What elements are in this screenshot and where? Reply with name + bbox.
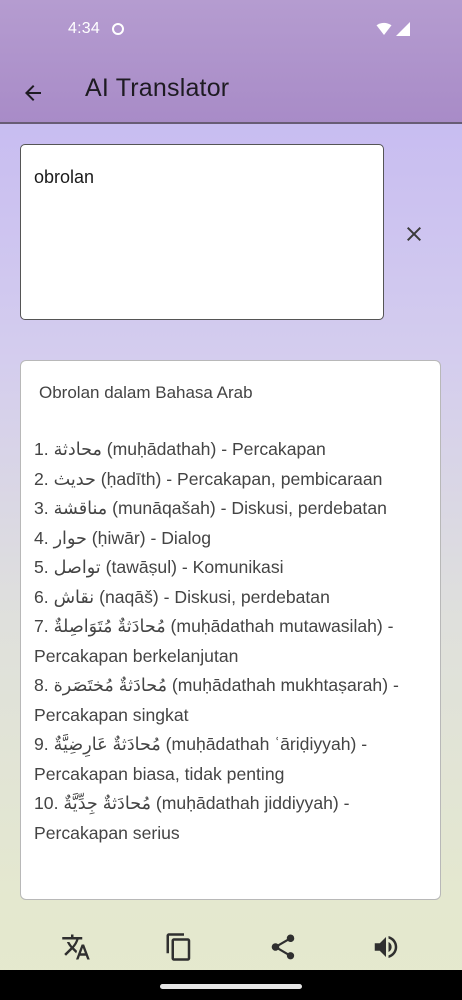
result-title: Obrolan dalam Bahasa Arab [39, 383, 253, 402]
top-app-bar: 4:34 AI Translator [0, 0, 462, 124]
copy-button[interactable] [164, 932, 194, 962]
speak-button[interactable] [371, 932, 401, 962]
home-gesture-handle[interactable] [160, 984, 302, 989]
translate-button[interactable] [61, 932, 91, 962]
translate-input-field[interactable]: obrolan [20, 144, 384, 320]
signal-icon [396, 22, 410, 36]
page-title: AI Translator [85, 74, 230, 102]
arrow-back-icon [25, 85, 41, 101]
list-item: 7. مُحادَثةٌ مُتَوَاصِلةٌ (muḥādathah mu… [34, 616, 394, 666]
translate-icon [62, 934, 90, 960]
notification-status-icon [112, 23, 124, 35]
appbar-divider [0, 122, 462, 124]
app-root: 4:34 AI Translator obrolan Obrolan dalam… [0, 0, 462, 1000]
list-item: 10. مُحادَثةٌ جِدِّيَّةٌ (muḥādathah jid… [34, 793, 350, 843]
list-item: 1. محادثة (muḥādathah) - Percakapan [34, 439, 326, 459]
share-icon [271, 934, 295, 960]
status-time: 4:34 [68, 20, 100, 37]
status-icons [376, 22, 410, 36]
bottom-action-bar [0, 918, 462, 976]
share-button[interactable] [268, 932, 298, 962]
back-button[interactable] [18, 78, 48, 108]
clear-input-button[interactable] [402, 222, 426, 246]
copy-icon [166, 933, 191, 961]
wifi-icon [376, 22, 392, 35]
list-item: 5. تواصل (tawāṣul) - Komunikasi [34, 557, 284, 577]
volume-icon [374, 936, 398, 958]
translation-result-card: Obrolan dalam Bahasa Arab 1. محادثة (muḥ… [20, 360, 441, 900]
list-item: 6. نقاش (naqāš) - Diskusi, perdebatan [34, 586, 330, 607]
system-navigation-bar [0, 970, 462, 1000]
list-item: 4. حوار (ḥiwār) - Dialog [34, 527, 212, 548]
input-value: obrolan [34, 167, 95, 187]
list-item: 8. مُحادَثةٌ مُختَصَرة (muḥādathah mukht… [34, 675, 399, 725]
list-item: 2. حديث (ḥadīth) - Percakapan, pembicara… [34, 468, 383, 489]
result-list: 1. محادثة (muḥādathah) - Percakapan 2. ح… [34, 435, 434, 848]
list-item: 9. مُحادَثةٌ عَارِضِيَّةٌ (muḥādathah ʿā… [34, 734, 368, 784]
list-item: 3. مناقشة (munāqašah) - Diskusi, perdeba… [34, 498, 387, 518]
close-icon [407, 227, 421, 241]
